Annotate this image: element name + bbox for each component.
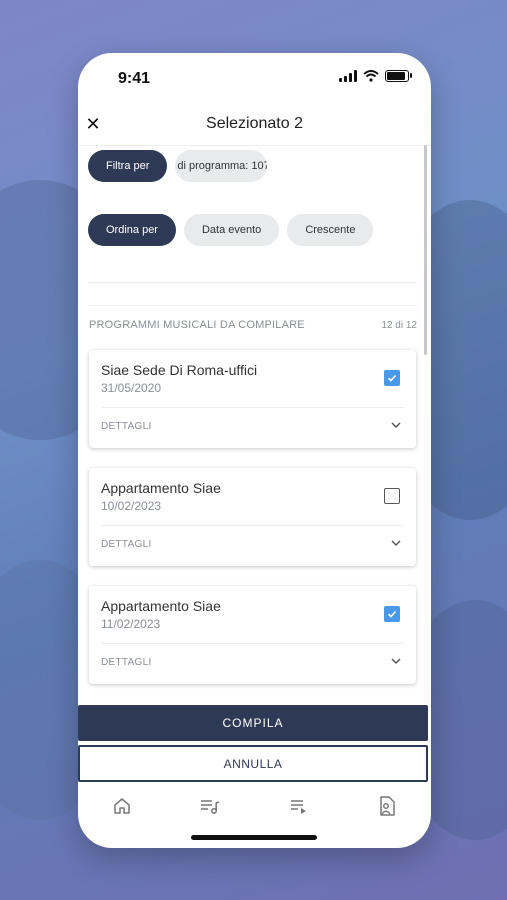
phone-screen: 9:41 ✕ Selezionato 2 Filtra per di progr… <box>78 53 431 848</box>
playlist-icon <box>290 800 306 814</box>
checkbox-checked[interactable] <box>384 370 400 386</box>
tab-bar <box>78 781 431 831</box>
section-label: PROGRAMMI MUSICALI DA COMPILARE <box>89 319 305 331</box>
details-link[interactable]: DETTAGLI <box>101 539 152 550</box>
home-icon <box>114 798 130 814</box>
program-card[interactable]: Appartamento Siae 10/02/2023 DETTAGLI <box>89 468 416 566</box>
card-title: Appartamento Siae <box>101 480 221 496</box>
program-card[interactable]: Siae Sede Di Roma-uffici 31/05/2020 DETT… <box>89 350 416 448</box>
card-date: 10/02/2023 <box>101 499 162 513</box>
card-title: Siae Sede Di Roma-uffici <box>101 362 258 378</box>
profile-document-icon <box>380 796 395 816</box>
card-divider <box>101 643 404 644</box>
status-icons <box>339 70 412 82</box>
page-title: Selezionato 2 <box>206 115 303 132</box>
tab-playlist[interactable] <box>277 791 321 821</box>
home-indicator <box>191 835 317 840</box>
music-list-icon <box>201 800 220 814</box>
tab-profile[interactable] <box>365 791 409 821</box>
wifi-icon <box>363 70 379 82</box>
chevron-down-icon[interactable] <box>390 655 402 667</box>
tab-music-programs[interactable] <box>188 791 232 821</box>
card-date: 11/02/2023 <box>101 617 161 631</box>
status-bar: 9:41 <box>78 53 431 103</box>
program-card[interactable]: Appartamento Siae 11/02/2023 DETTAGLI <box>89 586 416 684</box>
status-time: 9:41 <box>118 70 151 87</box>
checkmark-icon <box>387 374 397 382</box>
chevron-down-icon[interactable] <box>390 537 402 549</box>
checkmark-icon <box>387 610 397 618</box>
divider <box>88 282 417 283</box>
details-link[interactable]: DETTAGLI <box>101 421 152 432</box>
checkbox-checked[interactable] <box>384 606 400 622</box>
sort-button[interactable]: Ordina per <box>88 214 176 246</box>
sort-option-order[interactable]: Crescente <box>287 214 374 246</box>
signal-icon <box>339 70 357 82</box>
card-divider <box>101 525 404 526</box>
card-date: 31/05/2020 <box>101 381 162 395</box>
compila-button[interactable]: COMPILA <box>78 705 428 741</box>
battery-icon <box>385 70 412 82</box>
section-count: 12 di 12 <box>381 320 417 331</box>
tab-home[interactable] <box>100 791 144 821</box>
card-title: Appartamento Siae <box>101 598 221 614</box>
filter-button[interactable]: Filtra per <box>88 150 168 182</box>
annulla-button[interactable]: ANNULLA <box>78 745 428 782</box>
sort-row: Ordina per Data evento Crescente <box>88 214 374 246</box>
header: ✕ Selezionato 2 <box>78 105 431 146</box>
filter-chip[interactable]: di programma: 107/0 <box>175 150 268 182</box>
sort-option-date[interactable]: Data evento <box>183 214 280 246</box>
details-link[interactable]: DETTAGLI <box>101 657 152 668</box>
divider <box>88 305 417 306</box>
checkbox-unchecked[interactable] <box>384 488 400 504</box>
scrollbar[interactable] <box>424 145 427 355</box>
filter-row: Filtra per di programma: 107/0 <box>88 150 268 182</box>
card-divider <box>101 407 404 408</box>
chevron-down-icon[interactable] <box>390 419 402 431</box>
